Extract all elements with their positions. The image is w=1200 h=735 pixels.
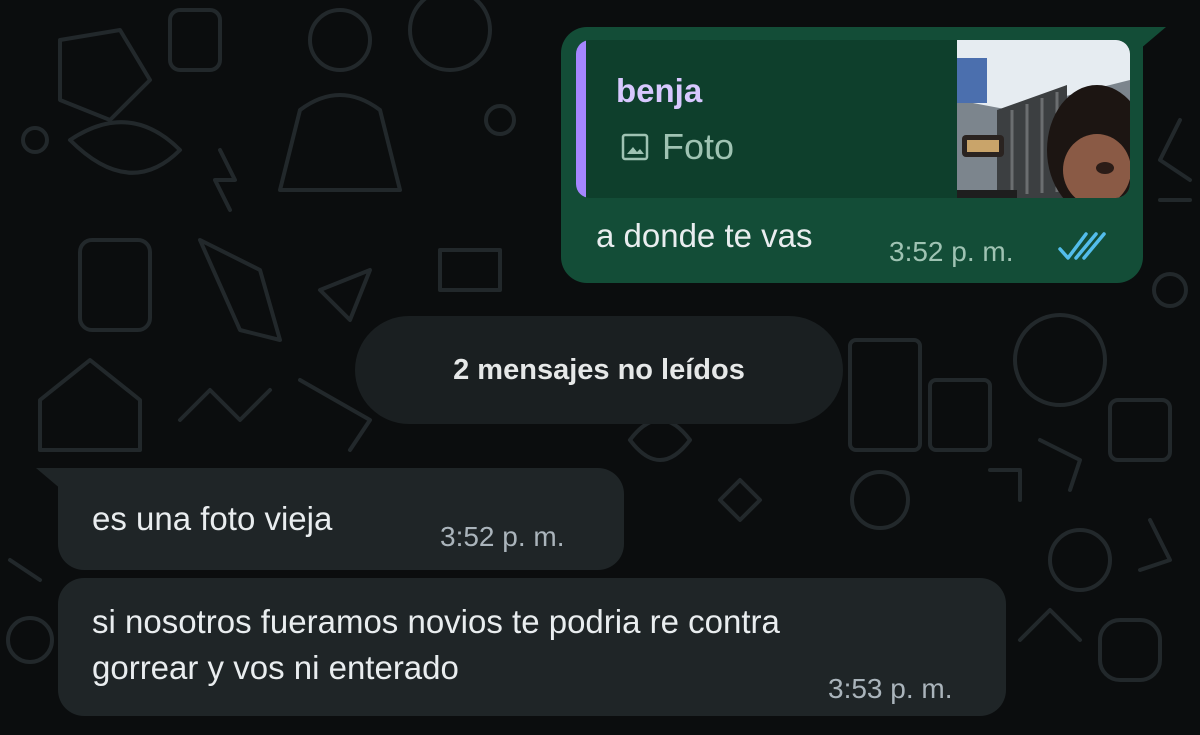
- quoted-photo-thumbnail[interactable]: [957, 40, 1130, 198]
- double-check-read-icon: [1058, 232, 1106, 260]
- image-icon: [621, 133, 649, 161]
- outgoing-bubble-tail: [1140, 27, 1166, 49]
- incoming-message-time: 3:52 p. m.: [440, 521, 565, 552]
- unread-messages-divider: 2 mensajes no leídos: [355, 316, 843, 424]
- quote-author: benja: [616, 72, 703, 109]
- quote-media-type: Foto: [620, 126, 734, 168]
- quote-type-label: Foto: [662, 126, 735, 167]
- unread-divider-label: 2 mensajes no leídos: [453, 353, 745, 386]
- quote-accent-bar: [576, 40, 586, 198]
- quoted-reply[interactable]: benja Foto: [576, 40, 1130, 198]
- incoming-message-text-line1: si nosotros fueramos novios te podria re…: [92, 603, 780, 640]
- incoming-message-text-line2: gorrear y vos ni enterado: [92, 649, 459, 686]
- outgoing-message-time: 3:52 p. m.: [889, 236, 1014, 267]
- incoming-bubble-tail: [36, 468, 62, 490]
- incoming-message-text: es una foto vieja: [92, 500, 333, 537]
- outgoing-message-text: a donde te vas: [596, 217, 813, 254]
- incoming-message-time: 3:53 p. m.: [828, 673, 953, 704]
- photo-thumbnail-image: [957, 40, 1130, 198]
